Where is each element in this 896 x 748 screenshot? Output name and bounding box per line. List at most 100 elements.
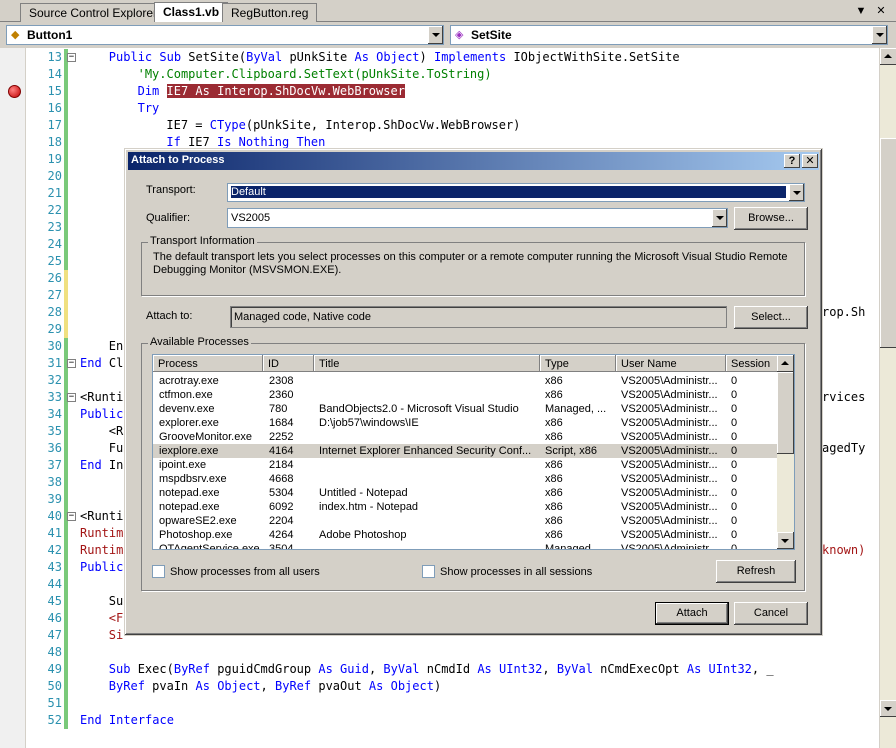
scroll-thumb[interactable] bbox=[880, 138, 896, 348]
process-list-scrollbar[interactable] bbox=[777, 355, 794, 549]
refresh-button[interactable]: Refresh bbox=[716, 560, 796, 583]
code-text: Su bbox=[108, 594, 124, 608]
process-name: ctfmon.exe bbox=[159, 389, 213, 401]
attach-button[interactable]: Attach bbox=[655, 602, 729, 625]
navigation-bar: ◆ Button1 ◈ SetSite bbox=[0, 22, 896, 48]
change-indicator bbox=[64, 525, 68, 542]
process-row[interactable]: acrotray.exe 2308 x86 VS2005\Administr... 0 bbox=[153, 374, 779, 388]
process-session: 0 bbox=[731, 529, 738, 541]
process-row[interactable]: iexplore.exe 4164 Internet Explorer Enhanc… bbox=[153, 444, 779, 458]
qualifier-value: VS2005 bbox=[231, 212, 271, 224]
close-icon[interactable]: ✕ bbox=[874, 4, 888, 18]
process-id: 4264 bbox=[269, 529, 294, 541]
process-row[interactable]: opwareSE2.exe 2204 x86 VS2005\Administr... 0 bbox=[153, 514, 779, 528]
code-line[interactable]: 15 Dim IE7 As Interop.ShDocVw.WebBrowser bbox=[0, 83, 872, 100]
code-line[interactable]: 49 Sub Exec(ByRef pguidCmdGroup As Guid, … bbox=[0, 661, 872, 678]
chevron-down-icon[interactable] bbox=[871, 26, 887, 44]
process-row[interactable]: notepad.exe 5304 Untitled - Notepad x86 VS20… bbox=[153, 486, 779, 500]
available-processes-title: Available Processes bbox=[148, 336, 251, 348]
code-line[interactable]: 51 bbox=[0, 695, 872, 712]
code-line[interactable]: 13− Public Sub SetSite(ByVal pUnkSite As … bbox=[0, 49, 872, 66]
column-type[interactable]: Type bbox=[540, 355, 616, 372]
code-text: <F bbox=[108, 611, 124, 625]
scroll-up-icon[interactable] bbox=[777, 355, 794, 372]
process-row[interactable]: ctfmon.exe 2360 x86 VS2005\Administr... 0 bbox=[153, 388, 779, 402]
tab-source-control-explorer[interactable]: Source Control Explorer bbox=[20, 3, 167, 22]
code-text: Public Sub SetSite(ByVal pUnkSite As Obj… bbox=[108, 50, 680, 64]
qualifier-label: Qualifier: bbox=[146, 212, 191, 224]
collapse-icon[interactable]: − bbox=[67, 393, 76, 402]
dialog-titlebar[interactable]: Attach to Process ? ✕ bbox=[128, 152, 819, 170]
process-row[interactable]: QTAgentService.exe 3504 Managed VS2005\Admi… bbox=[153, 542, 779, 549]
process-title: index.htm - Notepad bbox=[319, 501, 419, 513]
show-all-sessions-checkbox[interactable] bbox=[422, 565, 435, 578]
code-line[interactable]: 14 'My.Computer.Clipboard.SetText(pUnkSit… bbox=[0, 66, 872, 83]
process-row[interactable]: Photoshop.exe 4264 Adobe Photoshop x86 VS200… bbox=[153, 528, 779, 542]
tab-class1-vb[interactable]: Class1.vb bbox=[154, 2, 229, 23]
code-line[interactable]: 17 IE7 = CType(pUnkSite, Interop.ShDocVw.… bbox=[0, 117, 872, 134]
chevron-down-icon[interactable] bbox=[788, 184, 804, 201]
process-list[interactable]: Process ID Title Type User Name Session … bbox=[152, 354, 795, 550]
line-number: 43 bbox=[47, 560, 62, 574]
code-text: Fu bbox=[108, 441, 124, 455]
code-line[interactable]: 16 Try bbox=[0, 100, 872, 117]
tab-dropdown-icon[interactable]: ▼ bbox=[854, 4, 868, 18]
transport-information-group: Transport Information The default transp… bbox=[141, 235, 805, 296]
scroll-down-icon[interactable] bbox=[777, 532, 794, 549]
column-process[interactable]: Process bbox=[153, 355, 263, 372]
process-row[interactable]: notepad.exe 6092 index.htm - Notepad x86 VS2… bbox=[153, 500, 779, 514]
code-line[interactable]: 50 ByRef pvaIn As Object, ByRef pvaOut As… bbox=[0, 678, 872, 695]
class-name-combo[interactable]: ◆ Button1 bbox=[6, 25, 444, 45]
browse-button[interactable]: Browse... bbox=[734, 207, 808, 230]
process-user: VS2005\Administr... bbox=[621, 417, 718, 429]
process-row[interactable]: mspdbsrv.exe 4668 x86 VS2005\Administr... 0 bbox=[153, 472, 779, 486]
editor-vertical-scrollbar[interactable] bbox=[879, 48, 896, 748]
qualifier-combo[interactable]: VS2005 bbox=[227, 208, 728, 228]
line-number: 45 bbox=[47, 594, 62, 608]
code-line[interactable]: 48 bbox=[0, 644, 872, 661]
cancel-button[interactable]: Cancel bbox=[734, 602, 808, 625]
breakpoint-icon[interactable] bbox=[8, 85, 21, 98]
process-row[interactable]: GrooveMonitor.exe 2252 x86 VS2005\Administr… bbox=[153, 430, 779, 444]
scroll-thumb[interactable] bbox=[777, 372, 794, 454]
transport-label: Transport: bbox=[146, 184, 196, 196]
process-row[interactable]: ipoint.exe 2184 x86 VS2005\Administr... 0 bbox=[153, 458, 779, 472]
tab-regbutton-reg[interactable]: RegButton.reg bbox=[222, 3, 318, 22]
process-user: VS2005\Administr... bbox=[621, 431, 718, 443]
column-session[interactable]: Session bbox=[726, 355, 779, 372]
process-title: Untitled - Notepad bbox=[319, 487, 408, 499]
change-indicator bbox=[64, 474, 68, 491]
change-indicator bbox=[64, 66, 68, 83]
code-text: End Cl bbox=[80, 356, 124, 370]
collapse-icon[interactable]: − bbox=[67, 359, 76, 368]
process-row[interactable]: explorer.exe 1684 D:\job57\windows\IE x86 VS… bbox=[153, 416, 779, 430]
column-id[interactable]: ID bbox=[263, 355, 314, 372]
change-indicator bbox=[64, 661, 68, 678]
process-session: 0 bbox=[731, 375, 738, 387]
collapse-icon[interactable]: − bbox=[67, 53, 76, 62]
code-line[interactable]: 52 End Interface bbox=[0, 712, 872, 729]
code-text: End Interface bbox=[80, 713, 174, 727]
column-user-name[interactable]: User Name bbox=[616, 355, 726, 372]
select-button[interactable]: Select... bbox=[734, 306, 808, 329]
process-id: 2360 bbox=[269, 389, 294, 401]
show-all-users-label: Show processes from all users bbox=[170, 566, 320, 578]
column-title[interactable]: Title bbox=[314, 355, 540, 372]
show-all-users-checkbox[interactable] bbox=[152, 565, 165, 578]
help-icon[interactable]: ? bbox=[784, 154, 800, 168]
process-type: x86 bbox=[545, 389, 563, 401]
process-session: 0 bbox=[731, 501, 738, 513]
process-session: 0 bbox=[731, 515, 738, 527]
scroll-up-icon[interactable] bbox=[880, 48, 896, 65]
method-name-combo[interactable]: ◈ SetSite bbox=[450, 25, 888, 45]
chevron-down-icon[interactable] bbox=[711, 209, 727, 227]
process-row[interactable]: devenv.exe 780 BandObjects2.0 - Microsoft … bbox=[153, 402, 779, 416]
collapse-icon[interactable]: − bbox=[67, 512, 76, 521]
close-icon[interactable]: ✕ bbox=[802, 154, 818, 168]
transport-select[interactable]: Default bbox=[227, 183, 805, 202]
change-indicator bbox=[64, 644, 68, 661]
scroll-down-icon[interactable] bbox=[880, 700, 896, 717]
chevron-down-icon[interactable] bbox=[427, 26, 443, 44]
line-number: 15 bbox=[47, 84, 62, 98]
process-user: VS2005\Administr... bbox=[621, 473, 718, 485]
